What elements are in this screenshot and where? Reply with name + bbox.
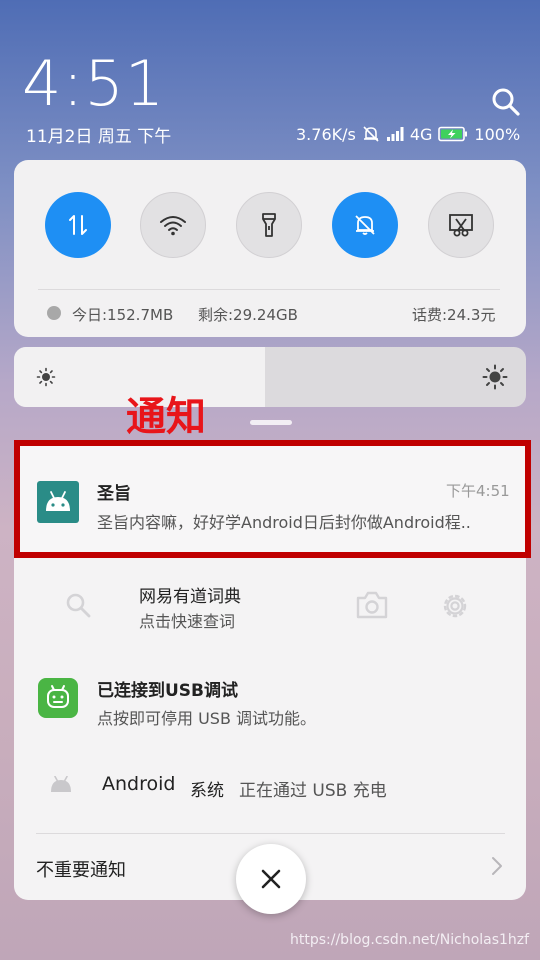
- drag-handle[interactable]: [250, 420, 292, 425]
- brightness-slider[interactable]: [14, 347, 526, 407]
- camera-icon: [356, 591, 388, 619]
- charging-app-name: Android: [102, 773, 176, 795]
- search-button[interactable]: [490, 86, 522, 118]
- youdao-title: 网易有道词典: [139, 587, 241, 607]
- wifi-icon: [160, 216, 186, 236]
- app-icon: [38, 678, 78, 718]
- android-icon: [47, 685, 69, 708]
- signal-icon: [386, 127, 404, 141]
- notification-time: 下午4:51: [446, 482, 510, 500]
- notifications-separator: [36, 833, 505, 834]
- network-type: 4G: [409, 124, 433, 144]
- mobile-data-toggle[interactable]: [45, 192, 111, 258]
- network-speed: 3.76K/s: [296, 124, 356, 144]
- data-usage-dot: [47, 306, 61, 320]
- search-icon: [66, 593, 91, 618]
- lockscreen-clock: 4:51: [22, 47, 166, 120]
- clear-notifications-button[interactable]: [236, 844, 306, 914]
- flashlight-icon: [262, 213, 276, 237]
- android-icon: [51, 776, 71, 792]
- flashlight-toggle[interactable]: [236, 192, 302, 258]
- status-indicators: 3.76K/s 4G 100%: [296, 122, 520, 146]
- watermark-text: https://blog.csdn.net/Nicholas1hzf: [290, 932, 530, 948]
- notification-title: 圣旨: [97, 484, 131, 504]
- search-icon: [492, 88, 520, 116]
- phone-balance: 话费:24.3元: [412, 306, 496, 324]
- charging-app-suffix: 系统: [190, 781, 224, 801]
- usb-notification-title: 已连接到USB调试: [97, 681, 239, 701]
- notification-body: 圣旨内容嘛，好好学Android日后封你做Android程..: [97, 513, 471, 532]
- data-transfer-icon: [69, 215, 87, 235]
- settings-button[interactable]: [439, 590, 471, 622]
- bell-off-icon: [355, 215, 375, 235]
- screenshot-toggle[interactable]: [428, 192, 494, 258]
- wifi-toggle[interactable]: [140, 192, 206, 258]
- close-icon: [261, 869, 281, 889]
- usb-debug-notification[interactable]: [14, 656, 526, 742]
- usb-notification-body: 点按即可停用 USB 调试功能。: [97, 709, 317, 728]
- mute-toggle[interactable]: [332, 192, 398, 258]
- annotation-label: 通知: [126, 394, 206, 440]
- battery-charging-icon: [438, 126, 468, 142]
- youdao-subtitle: 点击快速查词: [139, 612, 236, 631]
- mute-status-icon: [363, 126, 379, 142]
- app-icon: [37, 481, 79, 523]
- gear-icon: [443, 594, 467, 618]
- quick-settings-divider: [38, 289, 500, 290]
- date-label: 11月2日 周五 下午: [26, 127, 172, 147]
- brightness-high-icon: [482, 364, 508, 390]
- unimportant-label: 不重要通知: [36, 860, 126, 881]
- battery-level: 100%: [474, 124, 521, 144]
- data-remaining: 剩余:29.24GB: [198, 306, 298, 324]
- scissors-screenshot-icon: [449, 214, 473, 237]
- brightness-low-icon: [36, 367, 56, 387]
- chevron-right-icon: [492, 857, 502, 875]
- android-icon: [46, 491, 70, 511]
- camera-button[interactable]: [355, 589, 389, 621]
- data-usage-today: 今日:152.7MB: [72, 306, 174, 324]
- charging-notification-body: 正在通过 USB 充电: [239, 781, 387, 801]
